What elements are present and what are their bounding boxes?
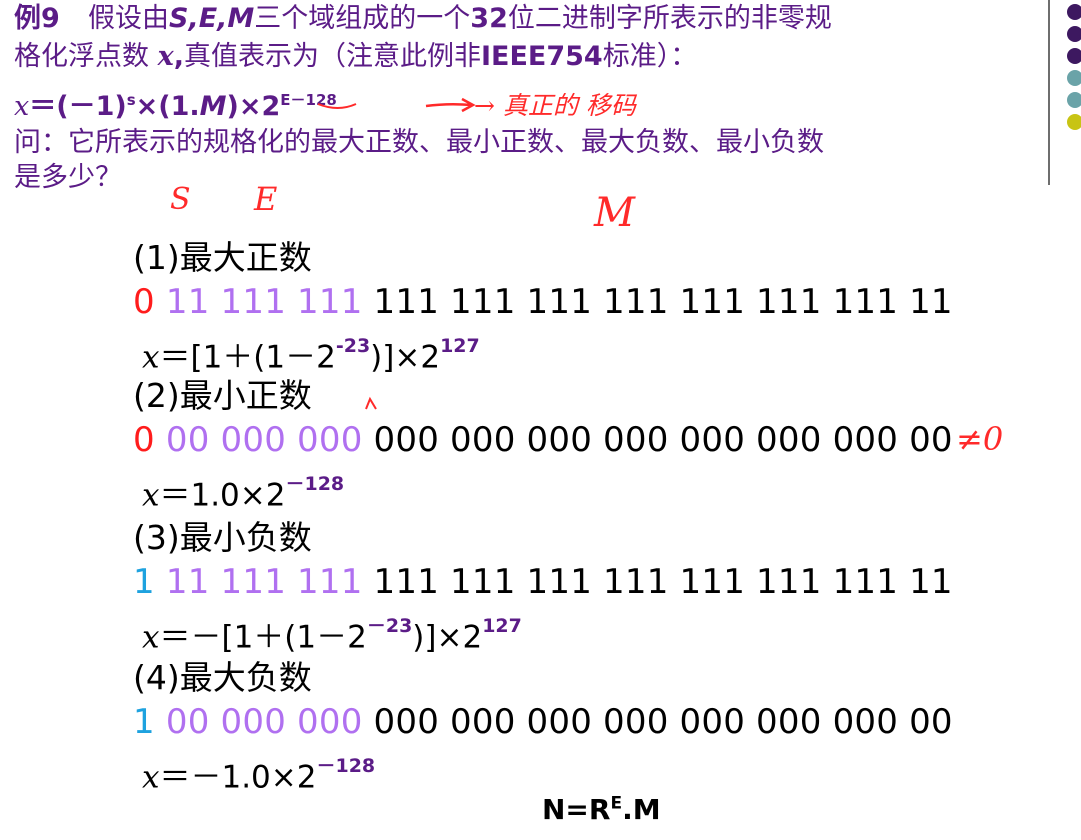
section-title-max-negative: (4)最大负数 bbox=[133, 658, 312, 697]
exponent-bits: 11 111 111 bbox=[165, 282, 363, 322]
formula-exponent: 127 bbox=[482, 615, 522, 637]
variable-x: x bbox=[142, 339, 160, 376]
handwritten-neq-zero: ≠0 bbox=[956, 420, 1004, 458]
formula-part: )×2 bbox=[226, 91, 281, 122]
bits-min-positive: 0 00 000 000 000 000 000 000 000 000 000… bbox=[133, 420, 953, 460]
decor-dot-3 bbox=[1067, 48, 1081, 64]
statement-comma: , bbox=[173, 41, 184, 72]
formula-part: ＝[1＋(1－2 bbox=[159, 339, 336, 376]
bit-width: 32 bbox=[470, 3, 508, 34]
handwritten-s: S bbox=[170, 182, 191, 217]
section-title-max-positive: (1)最大正数 bbox=[133, 238, 312, 277]
statement-text: 真值表示为（注意此例非 bbox=[183, 41, 481, 72]
statement-text: 格化浮点数 bbox=[14, 41, 158, 72]
formula-exponent: -23 bbox=[335, 335, 371, 357]
formula-part: ＝1.0×2 bbox=[159, 477, 286, 514]
exponent-bits: 00 000 000 bbox=[165, 702, 363, 742]
variable-x: x bbox=[14, 91, 30, 122]
variable-x: x bbox=[142, 759, 160, 796]
formula-max-positive: x＝[1＋(1－2-23)]×2127 bbox=[142, 330, 480, 377]
bits-max-positive: 0 11 111 111 111 111 111 111 111 111 111… bbox=[133, 282, 953, 322]
decor-dot-4 bbox=[1067, 70, 1081, 86]
formula-part: ＝－1.0×2 bbox=[159, 759, 317, 796]
sign-bit: 0 bbox=[133, 282, 155, 322]
formula-part: N=R bbox=[542, 793, 611, 826]
formula-part: .M bbox=[622, 793, 661, 826]
example-statement-line-2: 格化浮点数 x,真值表示为（注意此例非IEEE754标准）： bbox=[14, 40, 697, 74]
handwritten-e: E bbox=[254, 180, 278, 218]
decor-dot-2 bbox=[1067, 26, 1081, 42]
statement-text: 标准）： bbox=[602, 41, 698, 72]
statement-text: 三个域组成的一个 bbox=[254, 3, 471, 34]
question-text: 问：它所表示的规格化的最大正数、最小正数、最大负数、最小负数 bbox=[14, 127, 824, 158]
formula-part: ＝－[1＋(1－2 bbox=[159, 619, 367, 656]
arrow-icon bbox=[425, 97, 476, 113]
statement-text: 位二进制字所表示的非零规 bbox=[507, 3, 832, 34]
standard-name: IEEE754 bbox=[480, 41, 603, 72]
float-representation-formula: N=RE.M bbox=[542, 793, 661, 826]
formula-part: )]×2 bbox=[370, 339, 441, 376]
sign-bit: 1 bbox=[133, 562, 155, 602]
decor-dot-1 bbox=[1067, 4, 1081, 20]
handwritten-note: → 真正的 移码 bbox=[474, 91, 636, 120]
formula-sup-exp: E－128 bbox=[280, 91, 337, 109]
mantissa-bits: 111 111 111 111 111 111 111 11 bbox=[373, 562, 953, 602]
formula-m: M bbox=[199, 91, 227, 122]
formula-part: ＝(－1) bbox=[29, 91, 127, 122]
caret-mark bbox=[365, 396, 377, 410]
question-line-2: 是多少？ bbox=[14, 161, 122, 195]
variable-x: x bbox=[157, 41, 174, 72]
decor-divider bbox=[1048, 0, 1050, 185]
handwritten-m: M bbox=[594, 190, 635, 236]
formula-min-positive: x＝1.0×2－128 bbox=[142, 468, 344, 515]
question-line-1: 问：它所表示的规格化的最大正数、最小正数、最大负数、最小负数 bbox=[14, 126, 824, 160]
formula-exponent: －128 bbox=[316, 755, 376, 777]
statement-text: 假设由 bbox=[88, 3, 169, 34]
formula-part: )]×2 bbox=[412, 619, 483, 656]
formula-sup-s: s bbox=[126, 91, 136, 109]
field-names: S,E,M bbox=[169, 3, 255, 34]
formula-max-negative: x＝－1.0×2－128 bbox=[142, 750, 375, 797]
section-title-min-negative: (3)最小负数 bbox=[133, 518, 312, 557]
bits-min-negative: 1 11 111 111 111 111 111 111 111 111 111… bbox=[133, 562, 953, 602]
variable-x: x bbox=[142, 619, 160, 656]
example-statement-line-1: 例9 假设由S,E,M三个域组成的一个32位二进制字所表示的非零规 bbox=[14, 2, 832, 36]
section-title-min-positive: (2)最小正数 bbox=[133, 376, 312, 415]
bits-max-negative: 1 00 000 000 000 000 000 000 000 000 000… bbox=[133, 702, 953, 742]
example-number: 例9 bbox=[14, 3, 60, 34]
mantissa-bits: 111 111 111 111 111 111 111 11 bbox=[373, 282, 953, 322]
formula-exponent: 127 bbox=[440, 335, 480, 357]
sign-bit: 0 bbox=[133, 420, 155, 460]
formula-exponent: －23 bbox=[366, 615, 413, 637]
mantissa-bits: 000 000 000 000 000 000 000 00 bbox=[373, 702, 953, 742]
exponent-bits: 11 111 111 bbox=[165, 562, 363, 602]
variable-x: x bbox=[142, 477, 160, 514]
exponent-bits: 00 000 000 bbox=[165, 420, 363, 460]
question-text: 是多少？ bbox=[14, 162, 122, 193]
formula-min-negative: x＝－[1＋(1－2－23)]×2127 bbox=[142, 610, 522, 657]
formula-part: ×(1. bbox=[135, 91, 200, 122]
formula-exponent: E bbox=[610, 793, 623, 814]
decor-dot-5 bbox=[1067, 92, 1081, 108]
value-formula: x＝(－1)s×(1.M)×2E－128 bbox=[14, 83, 337, 124]
formula-exponent: －128 bbox=[285, 473, 345, 495]
decor-dot-6 bbox=[1067, 114, 1081, 130]
mantissa-bits: 000 000 000 000 000 000 000 00 bbox=[373, 420, 953, 460]
sign-bit: 1 bbox=[133, 702, 155, 742]
